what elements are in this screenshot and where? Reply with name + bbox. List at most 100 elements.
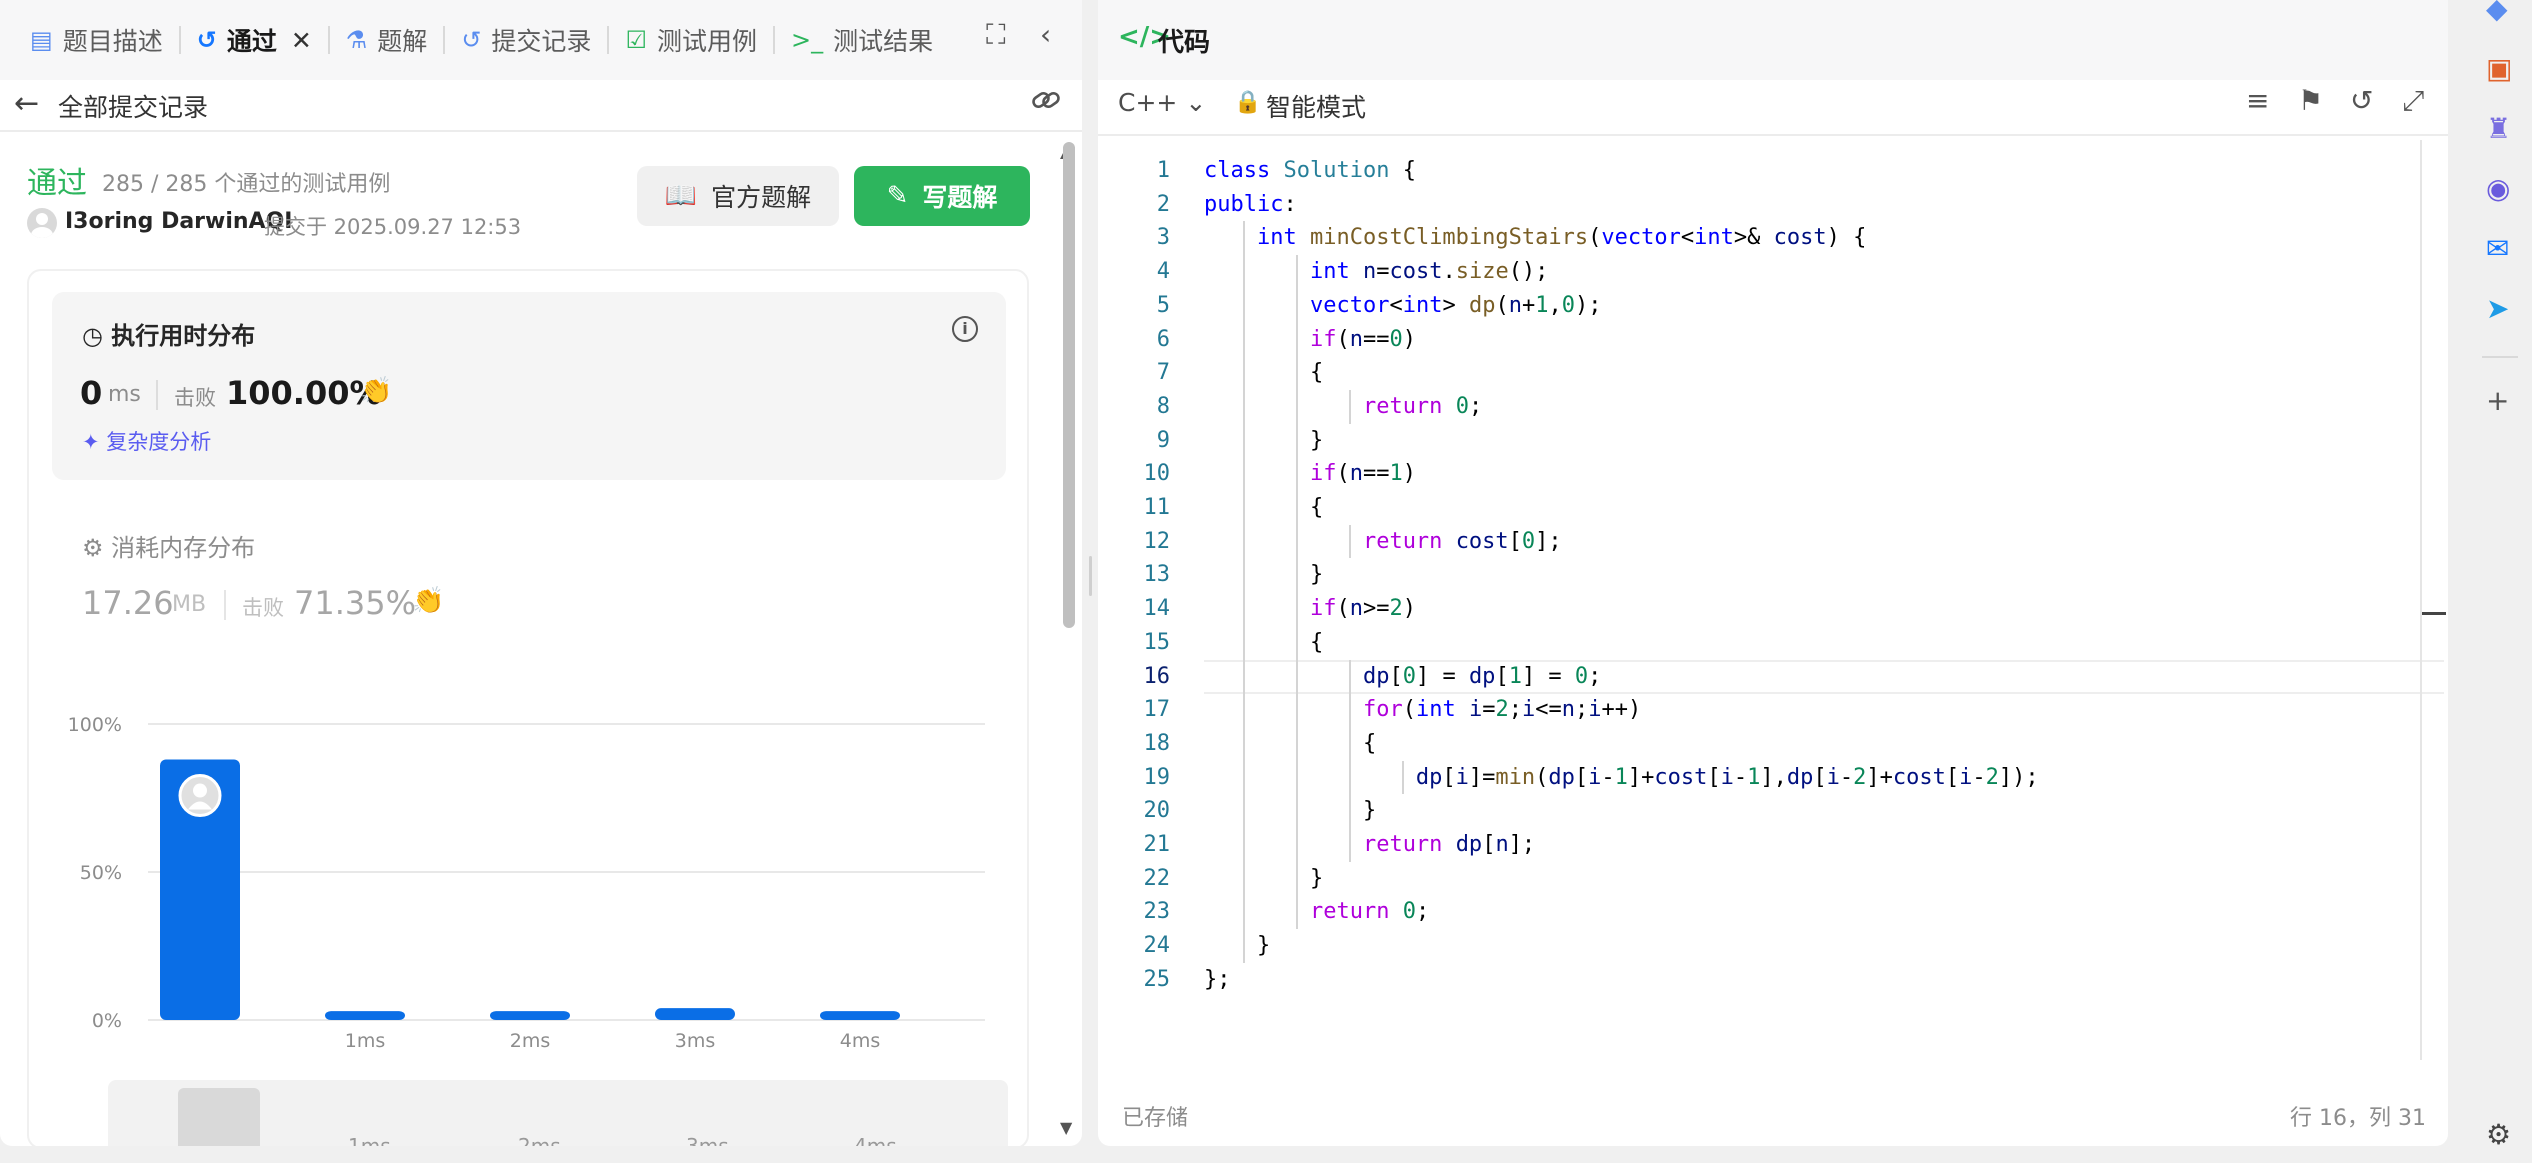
- chart-bar: [655, 1008, 735, 1020]
- code-text: }: [1204, 865, 1324, 891]
- line-number: 8: [1156, 393, 1170, 419]
- line-number: 25: [1143, 966, 1171, 992]
- tab-description[interactable]: ▤ 题目描述: [18, 0, 175, 80]
- code-text: return 0;: [1362, 393, 1483, 419]
- info-icon[interactable]: i: [952, 316, 978, 342]
- tab-divider: [327, 26, 330, 54]
- code-text: return 0;: [1309, 899, 1430, 925]
- history-icon: ↺: [196, 26, 217, 54]
- line-number: 21: [1143, 832, 1171, 857]
- indent-guide: [1349, 659, 1351, 862]
- code-text: int n=cost.size();: [1309, 259, 1549, 285]
- book-icon: 📖: [664, 181, 698, 211]
- collapse-left-icon[interactable]: ‹: [1040, 18, 1051, 51]
- code-text: };: [1204, 966, 1231, 992]
- back-arrow-icon[interactable]: ←: [14, 86, 39, 121]
- code-text: }: [1204, 933, 1271, 959]
- tab-accepted[interactable]: ↺ 通过 ✕: [185, 0, 324, 80]
- tab-solutions[interactable]: ⚗ 题解: [334, 0, 440, 80]
- line-number: 11: [1143, 495, 1171, 520]
- cursor-position: 行 16，列 31: [2290, 1106, 2426, 1131]
- all-submissions-link[interactable]: 全部提交记录: [58, 88, 208, 124]
- edit-icon: ✎: [886, 181, 909, 211]
- runtime-card[interactable]: ◷ 执行用时分布 i 0 ms 击败 100.00% 👏 ✦ 复杂度分析: [52, 292, 1006, 480]
- copilot-icon[interactable]: ◉: [2486, 172, 2510, 205]
- code-editor[interactable]: 1 class Solution {2 public: 3 int minCostCl…: [1098, 140, 2448, 1060]
- line-number: 12: [1143, 528, 1171, 554]
- complexity-analysis-link[interactable]: ✦ 复杂度分析: [82, 426, 211, 456]
- code-text: {: [1204, 495, 1324, 520]
- range-tick-label: 2ms: [518, 1134, 561, 1146]
- expand-icon[interactable]: ⤢: [2402, 84, 2424, 118]
- chevron-down-icon: ⌄: [1185, 88, 1207, 117]
- memory-unit: MB: [172, 592, 207, 617]
- reset-icon[interactable]: ↺: [2350, 84, 2373, 117]
- chess-icon[interactable]: ♜: [2486, 112, 2511, 145]
- line-number: 16: [1143, 663, 1171, 689]
- code-text: return cost[0];: [1362, 528, 1562, 554]
- code-title: 代码: [1158, 28, 1211, 58]
- send-icon[interactable]: ➤: [2486, 292, 2509, 325]
- chart-bar: [820, 1011, 900, 1020]
- avatar[interactable]: [27, 208, 57, 238]
- code-text: dp[0] = dp[1] = 0;: [1362, 663, 1602, 689]
- document-icon: ▤: [30, 26, 53, 54]
- line-number: 4: [1156, 259, 1170, 285]
- tag-icon[interactable]: ◆: [2486, 0, 2508, 25]
- sparkle-icon: ✦: [82, 430, 107, 454]
- official-solution-button[interactable]: 📖 官方题解: [637, 166, 839, 226]
- line-number: 22: [1143, 865, 1171, 891]
- toolbox-icon[interactable]: ▣: [2486, 52, 2512, 85]
- indent-guide: [1243, 221, 1245, 963]
- author-name[interactable]: I3oring DarwinAQI: [65, 209, 292, 234]
- language-select[interactable]: C++ ⌄: [1118, 88, 1206, 117]
- runtime-unit: ms: [108, 382, 141, 407]
- chart-bar: [490, 1011, 570, 1020]
- close-icon[interactable]: ✕: [291, 26, 312, 55]
- indent-guide: [1402, 760, 1404, 795]
- outlook-icon[interactable]: ✉: [2486, 232, 2509, 265]
- code-text: for(int i=2;i<=n;i++): [1362, 697, 1642, 723]
- line-number: 24: [1143, 933, 1171, 959]
- submission-subheader: ← 全部提交记录: [0, 80, 1082, 132]
- scroll-down-icon[interactable]: ▼: [1060, 1118, 1072, 1137]
- left-tab-bar: ▤ 题目描述 ↺ 通过 ✕ ⚗ 题解 ↺ 提交记录 ☑ 测试用例 >_ 测试结果…: [0, 0, 1082, 80]
- tab-label: 提交记录: [491, 27, 592, 56]
- write-solution-button[interactable]: ✎ 写题解: [854, 166, 1030, 226]
- tab-label: 测试用例: [656, 27, 757, 56]
- testcase-count: 285 / 285 个通过的测试用例: [102, 172, 391, 197]
- range-selector[interactable]: 1ms 2ms 3ms 4ms: [108, 1080, 1008, 1146]
- tab-divider: [178, 26, 181, 54]
- line-number: 20: [1143, 798, 1171, 824]
- line-number: 7: [1156, 360, 1170, 386]
- add-icon[interactable]: +: [2486, 384, 2509, 417]
- tab-label: 题解: [377, 27, 428, 56]
- format-icon[interactable]: ≡: [2246, 84, 2269, 117]
- tab-submissions[interactable]: ↺ 提交记录: [449, 0, 603, 80]
- code-text: if(n==1): [1309, 461, 1416, 487]
- scrollbar-thumb[interactable]: [1063, 142, 1075, 628]
- fullscreen-icon[interactable]: ⛶: [986, 18, 1006, 52]
- smart-mode-toggle[interactable]: 智能模式: [1266, 88, 1366, 124]
- line-number: 5: [1156, 292, 1170, 318]
- bookmark-icon[interactable]: ⚑: [2298, 84, 2323, 117]
- code-text: if(n>=2): [1309, 596, 1416, 622]
- browser-sidebar: ◆ ▣ ♜ ◉ ✉ ➤ + ⚙: [2470, 0, 2532, 1163]
- gear-icon[interactable]: ⚙: [2486, 1118, 2511, 1151]
- range-tick-label: 3ms: [686, 1134, 729, 1146]
- avatar-head: [193, 783, 207, 798]
- link-icon[interactable]: [1030, 84, 1062, 116]
- x-tick-label: 3ms: [675, 1030, 716, 1052]
- clock-icon: ◷: [82, 322, 112, 350]
- tab-testcases[interactable]: ☑ 测试用例: [613, 0, 769, 80]
- tab-test-results[interactable]: >_ 测试结果: [779, 0, 945, 80]
- memory-title[interactable]: ⚙ 消耗内存分布: [82, 528, 255, 563]
- x-tick-label: 2ms: [510, 1030, 551, 1052]
- range-handle[interactable]: [178, 1088, 260, 1146]
- runtime-value: 0: [80, 374, 103, 412]
- clap-icon: 👏: [360, 376, 393, 406]
- y-tick-label: 50%: [80, 862, 122, 884]
- editor-scrollbar[interactable]: [2420, 140, 2422, 1060]
- runtime-beat-percent: 100.00%: [226, 374, 382, 412]
- panel-resize-handle[interactable]: [1089, 556, 1092, 596]
